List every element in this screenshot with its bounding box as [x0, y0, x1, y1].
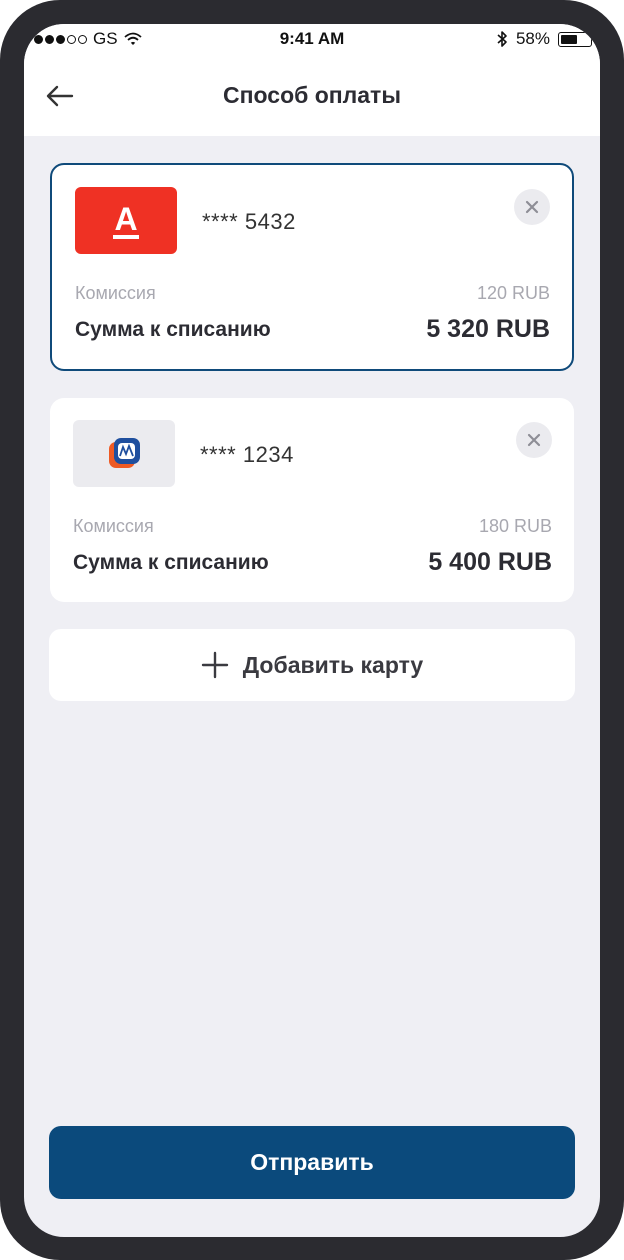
navigation-bar: Способ оплаты — [24, 54, 600, 136]
status-right: 58% — [497, 29, 595, 49]
card-number: **** 5432 — [202, 209, 296, 234]
remove-card-button[interactable] — [516, 422, 552, 458]
submit-label: Отправить — [250, 1149, 374, 1175]
total-value: 5 400 RUB — [428, 548, 552, 576]
bluetooth-icon — [497, 31, 507, 47]
payment-card-alfa[interactable]: А **** 5432 Комиссия 120 RUB Сумма к спи… — [50, 163, 574, 371]
alfa-bank-logo: А — [75, 187, 177, 254]
total-value: 5 320 RUB — [426, 315, 550, 343]
fee-label: Комиссия — [73, 516, 154, 536]
phone-frame: GS 9:41 AM 58% Способ оплаты А **** 5432… — [0, 0, 624, 1260]
svg-text:А: А — [114, 201, 137, 237]
close-icon — [525, 200, 539, 214]
screen: GS 9:41 AM 58% Способ оплаты А **** 5432… — [24, 24, 600, 1237]
submit-button[interactable]: Отправить — [49, 1126, 575, 1199]
battery-icon — [558, 31, 595, 47]
battery-level — [561, 34, 577, 44]
page-title: Способ оплаты — [223, 82, 401, 108]
fee-value: 180 RUB — [478, 516, 552, 536]
status-bar: GS 9:41 AM 58% — [24, 24, 600, 54]
alfa-bank-logo-mark: А — [113, 201, 139, 239]
plus-icon — [201, 651, 228, 679]
fee-value: 120 RUB — [476, 283, 550, 303]
vtb-bank-logo-mark — [109, 437, 140, 468]
total-label: Сумма к списанию — [73, 551, 269, 574]
card-number: **** 1234 — [200, 442, 294, 467]
battery-percent: 58% — [515, 29, 550, 48]
vtb-bank-logo — [73, 420, 175, 487]
close-icon — [527, 433, 541, 447]
total-label: Сумма к списанию — [75, 318, 271, 341]
fee-label: Комиссия — [75, 283, 156, 303]
add-card-button[interactable]: Добавить карту — [49, 629, 575, 701]
add-card-label: Добавить карту — [242, 651, 424, 678]
payment-card-vtb[interactable]: **** 1234 Комиссия 180 RUB Сумма к списа… — [50, 398, 574, 602]
remove-card-button[interactable] — [514, 189, 550, 225]
